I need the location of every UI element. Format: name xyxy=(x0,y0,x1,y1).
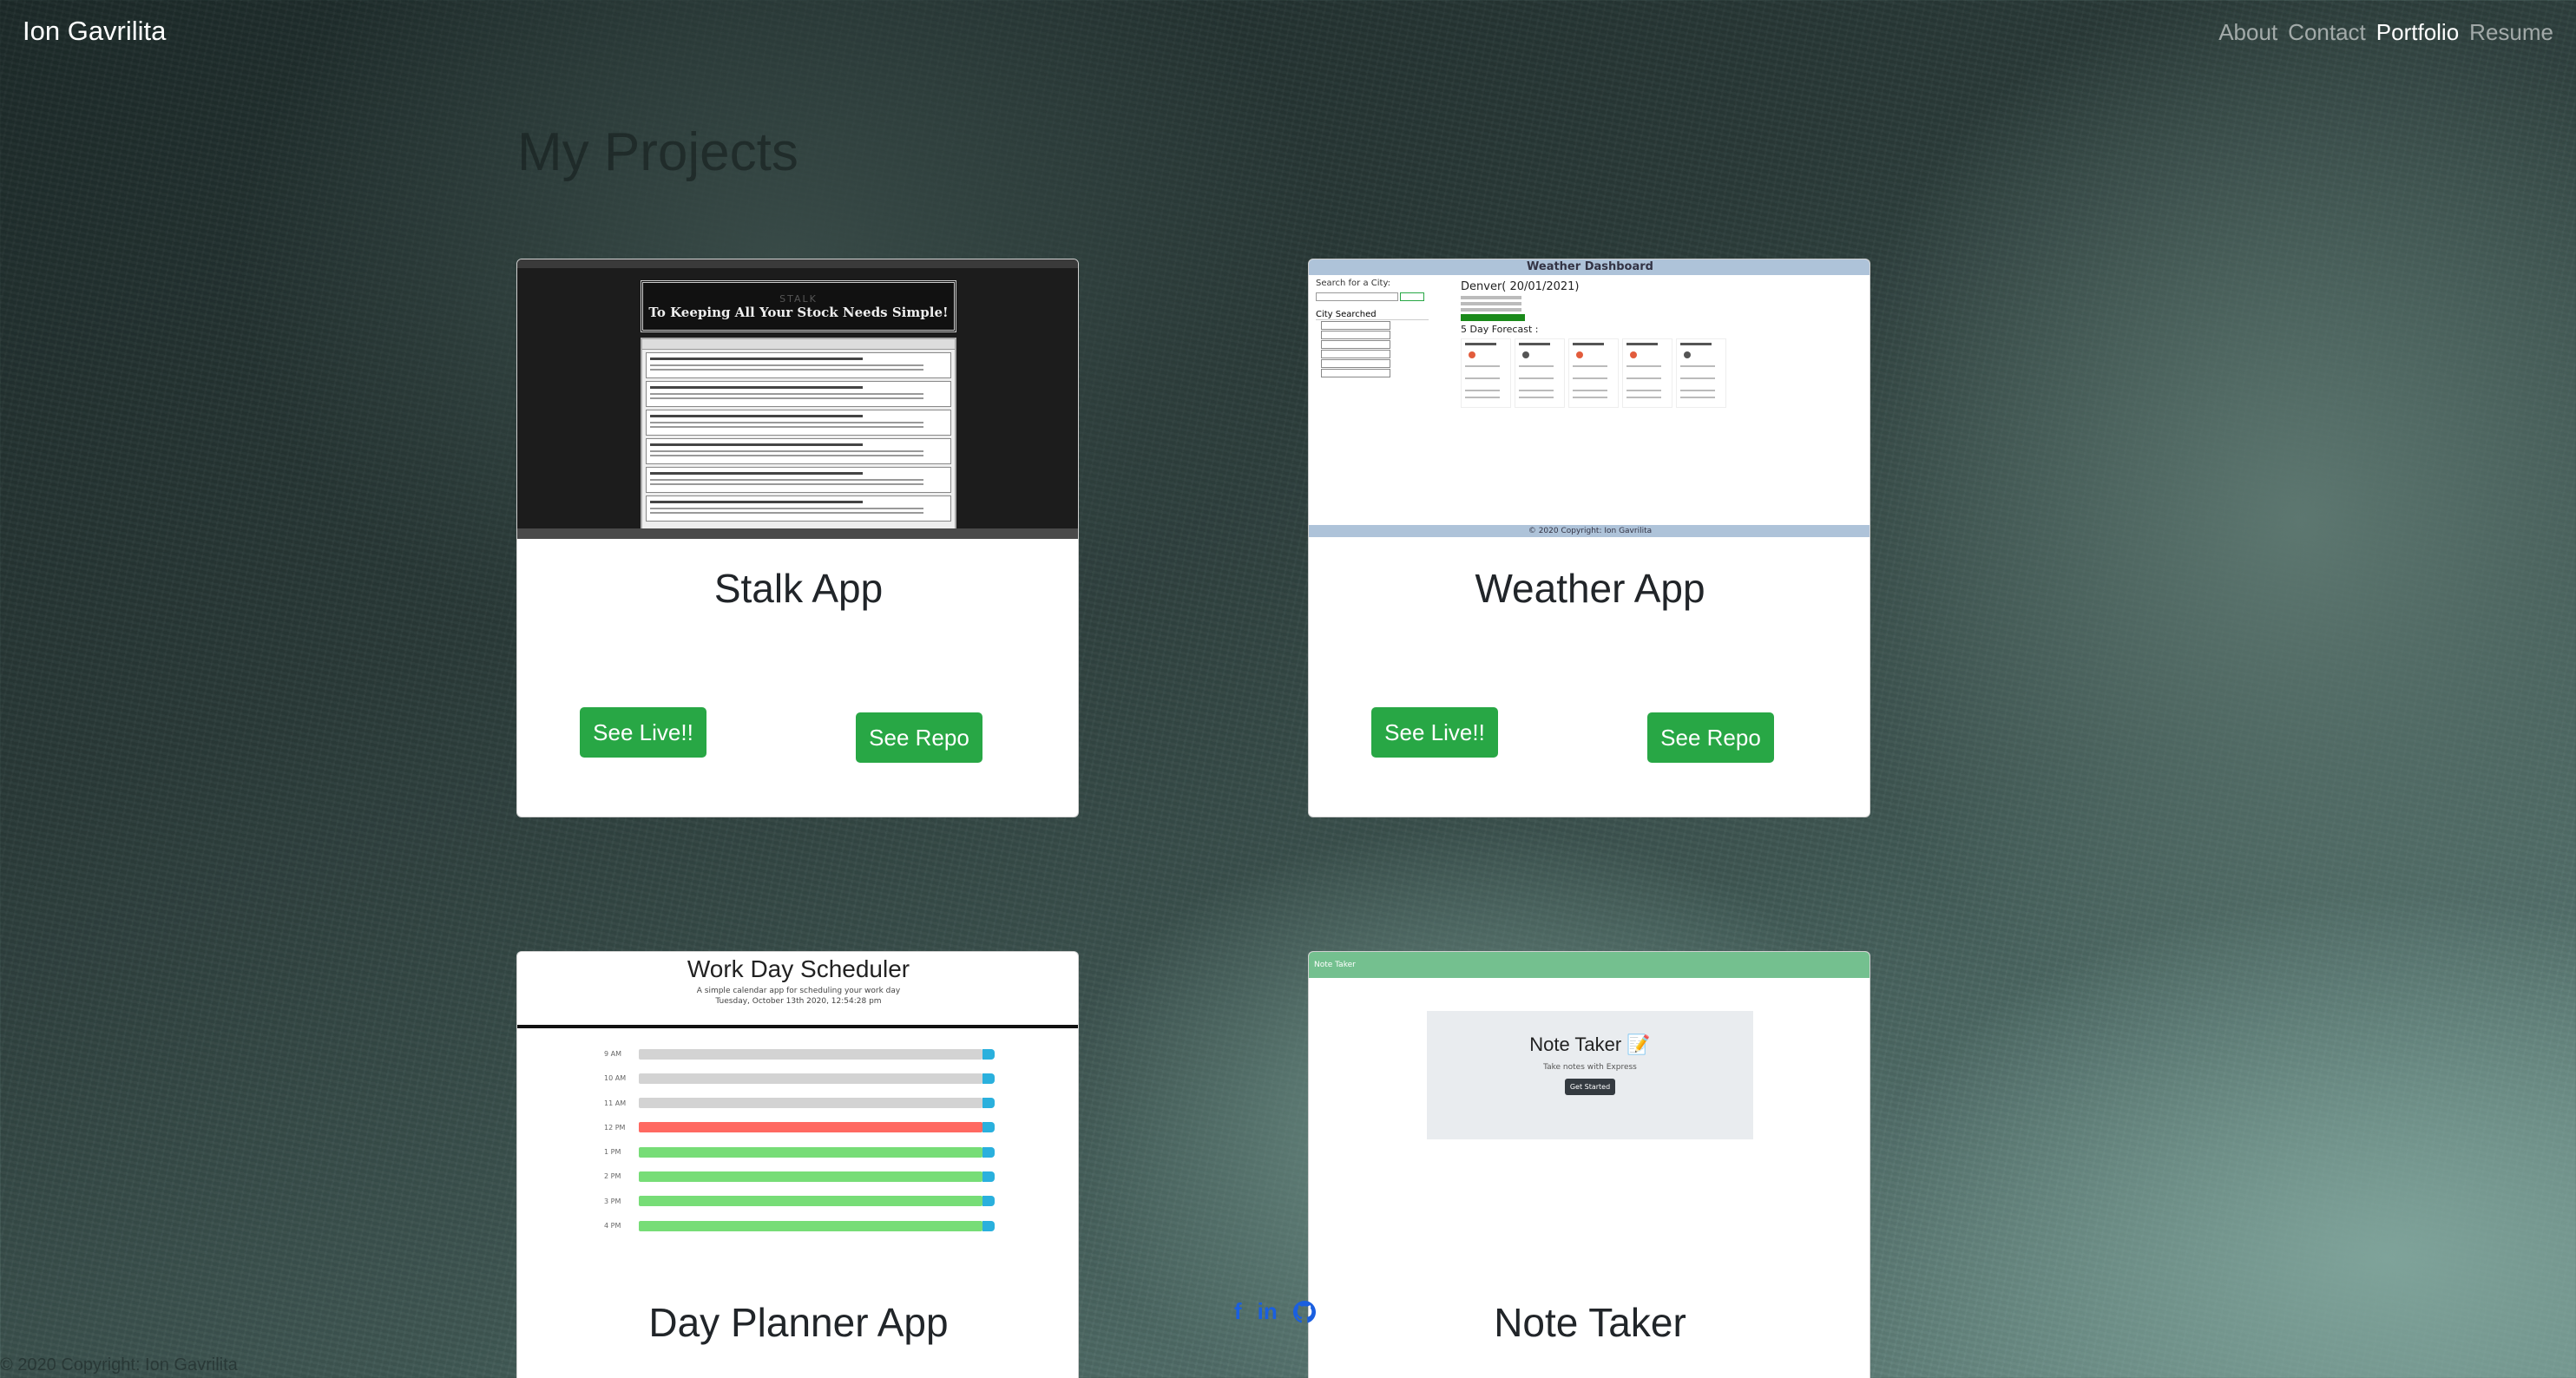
planner-bar xyxy=(639,1048,982,1060)
project-card-weather: Weather Dashboard Search for a City: Cit… xyxy=(1308,259,1870,817)
see-live-button[interactable]: See Live!! xyxy=(580,707,706,758)
project-screenshot-note-taker[interactable]: Note Taker Note Taker 📝 Take notes with … xyxy=(1309,952,1870,1231)
planner-save-button xyxy=(982,1073,995,1084)
planner-row: 2 PM xyxy=(604,1170,995,1183)
brand-name[interactable]: Ion Gavrilita xyxy=(23,16,166,47)
nav-links: About Contact Portfolio Resume xyxy=(2218,19,2553,46)
page-title: My Projects xyxy=(517,122,798,182)
planner-bar xyxy=(639,1171,982,1182)
planner-bar xyxy=(639,1073,982,1084)
facebook-icon[interactable]: f xyxy=(1234,1298,1242,1325)
see-repo-button[interactable]: See Repo xyxy=(856,712,982,763)
see-live-button[interactable]: See Live!! xyxy=(1371,707,1498,758)
planner-bar xyxy=(639,1196,982,1207)
planner-hour: 3 PM xyxy=(604,1197,621,1205)
project-title: Note Taker xyxy=(1494,1300,1686,1345)
planner-save-button xyxy=(982,1122,995,1133)
planner-row: 9 AM xyxy=(604,1047,995,1060)
planner-hour: 9 AM xyxy=(604,1050,622,1058)
planner-row: 12 PM xyxy=(604,1121,995,1134)
planner-bar xyxy=(639,1146,982,1158)
planner-hour: 4 PM xyxy=(604,1222,621,1230)
linkedin-icon[interactable]: in xyxy=(1258,1298,1278,1325)
project-screenshot-weather[interactable]: Weather Dashboard Search for a City: Cit… xyxy=(1309,259,1870,539)
planner-hour: 2 PM xyxy=(604,1172,621,1181)
planner-save-button xyxy=(982,1171,995,1182)
footer-copyright: © 2020 Copyright: Ion Gavrilita xyxy=(0,1355,238,1375)
nav-link-portfolio[interactable]: Portfolio xyxy=(2376,19,2459,46)
project-screenshot-stalk[interactable]: STALK To Keeping All Your Stock Needs Si… xyxy=(517,259,1078,539)
project-card-stalk: STALK To Keeping All Your Stock Needs Si… xyxy=(516,259,1079,817)
nav-link-contact[interactable]: Contact xyxy=(2288,19,2366,46)
planner-row: 1 PM xyxy=(604,1145,995,1158)
planner-save-button xyxy=(982,1048,995,1060)
project-title: Weather App xyxy=(1475,566,1705,611)
planner-bar xyxy=(639,1220,982,1231)
planner-bar xyxy=(639,1098,982,1109)
planner-hour: 10 AM xyxy=(604,1074,627,1083)
planner-hour: 12 PM xyxy=(604,1123,626,1132)
planner-row: 10 AM xyxy=(604,1072,995,1085)
planner-row: 3 PM xyxy=(604,1195,995,1208)
planner-save-button xyxy=(982,1196,995,1207)
nav-link-resume[interactable]: Resume xyxy=(2469,19,2553,46)
nav-link-about[interactable]: About xyxy=(2218,19,2277,46)
planner-hour: 1 PM xyxy=(604,1148,621,1157)
project-title: Stalk App xyxy=(713,566,884,611)
project-screenshot-day-planner[interactable]: Work Day Scheduler A simple calendar app… xyxy=(517,952,1078,1231)
planner-bar xyxy=(639,1122,982,1133)
project-card-day-planner: Work Day Scheduler A simple calendar app… xyxy=(516,951,1079,1378)
planner-row: 11 AM xyxy=(604,1097,995,1110)
planner-save-button xyxy=(982,1098,995,1109)
github-icon[interactable] xyxy=(1292,1300,1316,1323)
navbar: Ion Gavrilita About Contact Portfolio Re… xyxy=(0,0,2576,68)
planner-row: 4 PM xyxy=(604,1219,995,1231)
project-title: Day Planner App xyxy=(648,1300,949,1345)
social-links: f in xyxy=(1234,1298,1316,1325)
planner-hour: 11 AM xyxy=(604,1099,627,1107)
project-card-note-taker: Note Taker Note Taker 📝 Take notes with … xyxy=(1308,951,1870,1378)
see-repo-button[interactable]: See Repo xyxy=(1647,712,1774,763)
planner-save-button xyxy=(982,1220,995,1231)
planner-save-button xyxy=(982,1146,995,1158)
